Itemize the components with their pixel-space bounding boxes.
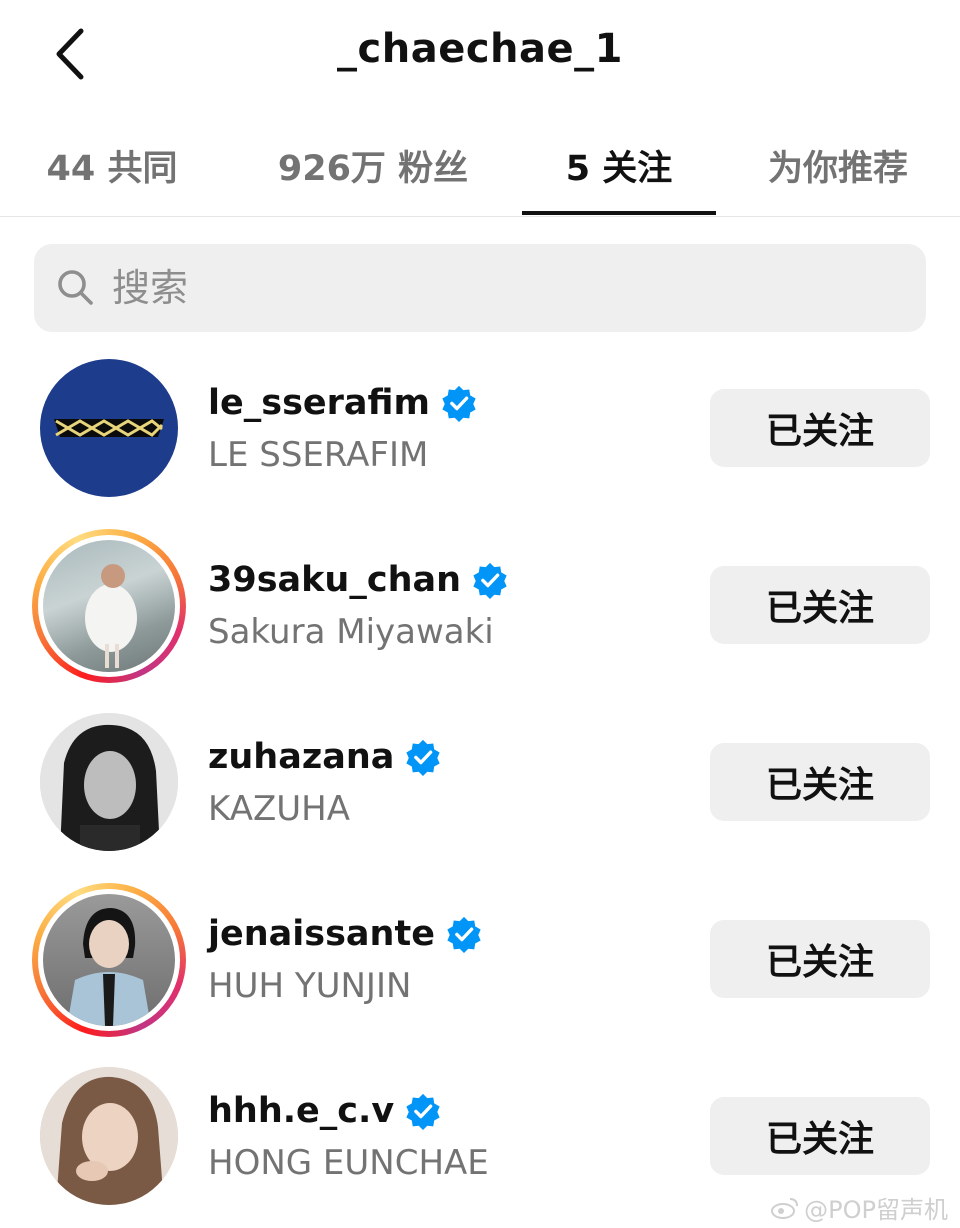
avatar-image: [43, 894, 175, 1026]
list-item-39saku-chan[interactable]: 39saku_chan Sakura Miyawaki 已关注: [0, 520, 960, 697]
full-name: LE SSERAFIM: [208, 435, 429, 475]
verified-badge-icon: [406, 739, 440, 776]
verified-badge-icon: [442, 385, 476, 422]
avatar[interactable]: [32, 529, 186, 683]
avatar[interactable]: [40, 713, 178, 851]
top-bar: _chaechae_1: [0, 0, 960, 115]
list-item-zuhazana[interactable]: zuhazana KAZUHA 已关注: [0, 697, 960, 874]
list-item-jenaissante[interactable]: jenaissante HUH YUNJIN 已关注: [0, 874, 960, 1051]
username-text: zuhazana: [208, 737, 395, 777]
avatar-image: [40, 713, 178, 851]
username[interactable]: 39saku_chan: [208, 560, 509, 600]
le-sserafim-logo: [54, 419, 164, 437]
username[interactable]: le_sserafim: [208, 383, 478, 423]
watermark-text: @POP留声机: [804, 1196, 948, 1224]
tab-suggested[interactable]: 为你推荐: [748, 115, 928, 215]
verified-badge-icon: [406, 1093, 440, 1130]
active-tab-indicator: [522, 211, 716, 215]
following-button[interactable]: 已关注: [710, 743, 930, 821]
username-text: jenaissante: [208, 914, 435, 954]
username-text: 39saku_chan: [208, 560, 462, 600]
username-text: le_sserafim: [208, 383, 430, 423]
avatar-image: [43, 540, 175, 672]
tab-followers[interactable]: 926万 粉丝: [254, 115, 492, 215]
following-button[interactable]: 已关注: [710, 389, 930, 467]
list-item-le-sserafim[interactable]: le_sserafim LE SSERAFIM 已关注: [0, 343, 960, 520]
following-button[interactable]: 已关注: [710, 566, 930, 644]
full-name: HONG EUNCHAE: [208, 1143, 489, 1183]
full-name: Sakura Miyawaki: [208, 612, 494, 652]
weibo-logo-icon: [771, 1197, 799, 1219]
username-text: hhh.e_c.v: [208, 1091, 395, 1131]
tab-mutual[interactable]: 44 共同: [30, 115, 194, 215]
username[interactable]: hhh.e_c.v: [208, 1091, 442, 1131]
username[interactable]: jenaissante: [208, 914, 483, 954]
full-name: KAZUHA: [208, 789, 350, 829]
full-name: HUH YUNJIN: [208, 966, 412, 1006]
avatar[interactable]: [40, 1067, 178, 1205]
story-ring: [38, 889, 180, 1031]
avatar-image: [40, 1067, 178, 1205]
avatar[interactable]: [40, 359, 178, 497]
page-title: _chaechae_1: [337, 26, 623, 72]
username[interactable]: zuhazana: [208, 737, 442, 777]
tab-bar: 44 共同 926万 粉丝 5 关注 为你推荐: [0, 115, 960, 217]
story-ring: [38, 535, 180, 677]
avatar[interactable]: [32, 883, 186, 1037]
following-button[interactable]: 已关注: [710, 1097, 930, 1175]
search-icon: [58, 270, 93, 305]
tab-following[interactable]: 5 关注: [522, 115, 716, 215]
verified-badge-icon: [473, 562, 507, 599]
search-input[interactable]: [112, 258, 892, 318]
watermark: @POP留声机: [770, 1190, 948, 1225]
following-button[interactable]: 已关注: [710, 920, 930, 998]
verified-badge-icon: [447, 916, 481, 953]
